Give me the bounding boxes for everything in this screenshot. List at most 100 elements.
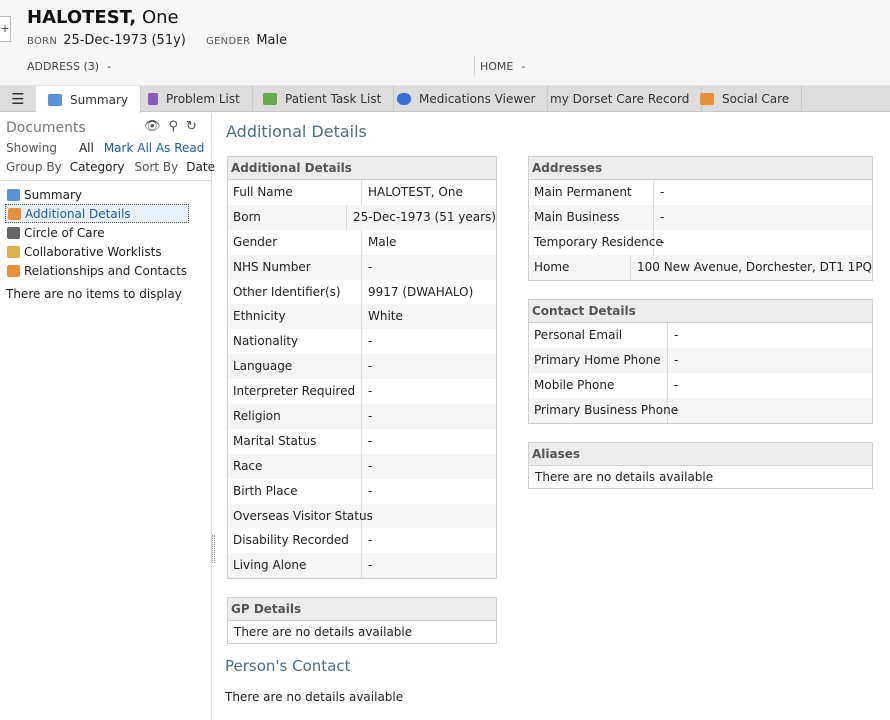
field-value: - [674, 352, 679, 367]
tree-item-summary[interactable]: Summary [5, 185, 189, 204]
section-heading: Additional Details [228, 157, 496, 180]
documents-title: Documents [6, 120, 86, 136]
gender-label: GENDER [206, 36, 251, 47]
people-icon [8, 207, 21, 220]
tree-item-circle-of-care[interactable]: Circle of Care [5, 223, 189, 242]
additional-details-section: Additional Details Full Name HALOTEST, On… [227, 156, 497, 580]
hamburger-menu-icon[interactable]: ☰ [0, 86, 36, 112]
field-value: - [674, 328, 679, 342]
table-row: Disability Recorded - [228, 528, 496, 554]
empty-message: There are no details available [234, 625, 413, 639]
field-value: - [368, 334, 373, 349]
patient-banner: + HALOTEST, One BORN 25-Dec-1973 (51y) GE… [0, 0, 890, 86]
panel-resize-handle[interactable] [212, 535, 215, 563]
table-row: NHS Number - [228, 254, 496, 280]
tab-label: Patient Task List [285, 92, 382, 106]
field-label: Overseas Visitor Status [228, 503, 373, 529]
grouping-row: Group By Category Sort By Date [6, 160, 225, 174]
tab-patient-task-list[interactable]: Patient Task List [251, 86, 395, 112]
tab-problem-list[interactable]: Problem List [136, 86, 253, 112]
tab-summary[interactable]: Summary [36, 86, 141, 113]
aliases-section: Aliases There are no details available [528, 442, 873, 489]
gender-value: Male [256, 33, 288, 48]
field-value: - [368, 508, 373, 523]
search-icon[interactable]: ⚲ [169, 119, 179, 134]
table-row: Interpreter Required - [228, 379, 496, 405]
field-label: Full Name [228, 180, 362, 205]
address-value: - [107, 60, 112, 73]
field-label: Interpreter Required [228, 379, 362, 405]
refresh-icon[interactable]: ↻ [186, 119, 197, 134]
address-summary: ADDRESS (3) - [27, 60, 111, 73]
field-label: Mobile Phone [529, 372, 668, 398]
tab-label: Social Care [722, 92, 790, 106]
table-row: Gender Male [228, 229, 496, 255]
section-heading: Aliases [529, 443, 872, 466]
tree-item-collaborative-worklists[interactable]: Collaborative Worklists [5, 242, 189, 261]
field-value: - [368, 433, 373, 448]
tab-medications-viewer[interactable]: Medications Viewer [385, 86, 549, 112]
field-label: Gender [228, 229, 362, 255]
field-value: - [368, 259, 373, 274]
table-row: Language - [228, 354, 496, 380]
tab-label: Medications Viewer [419, 92, 536, 106]
sort-by-value[interactable]: Date [186, 160, 215, 174]
field-label: Other Identifier(s) [228, 279, 362, 305]
field-value: - [674, 377, 679, 392]
patient-name: HALOTEST, One [27, 7, 179, 28]
addresses-section: Addresses Main Permanent - Main Business - T… [528, 156, 873, 281]
field-label: Home [529, 254, 631, 280]
field-value: - [368, 558, 373, 573]
summary-icon [7, 188, 20, 201]
people-icon [7, 264, 20, 277]
contact-details-section: Contact Details Personal Email - Primary H… [528, 299, 873, 424]
table-row: Main Business - [529, 204, 872, 230]
tree-item-label: Relationships and Contacts [24, 263, 188, 278]
contact-details-table: Personal Email - Primary Home Phone - Mobile… [529, 323, 872, 423]
table-row: Personal Email - [529, 323, 872, 348]
page-title: Additional Details [226, 122, 367, 141]
tab-social-care[interactable]: Social Care [688, 86, 803, 112]
tab-my-dorset-care-record[interactable]: my Dorset Care Record [538, 86, 703, 112]
field-value: - [674, 402, 679, 417]
tree-item-relationships-and-contacts[interactable]: Relationships and Contacts [5, 261, 189, 280]
field-label: Living Alone [228, 553, 362, 579]
tree-item-label: Circle of Care [24, 225, 105, 240]
field-label: Disability Recorded [228, 528, 362, 554]
additional-details-table: Full Name HALOTEST, One Born 25-Dec-1973 (5… [228, 180, 496, 579]
field-value: 9917 (DWAHALO) [368, 284, 474, 299]
table-row: Living Alone - [228, 553, 496, 579]
persons-contact-empty-message: There are no details available [225, 690, 404, 704]
table-row: Marital Status - [228, 428, 496, 454]
home-label: HOME [480, 60, 514, 73]
tab-label: Summary [70, 92, 128, 107]
addresses-table: Main Permanent - Main Business - Temporary R… [529, 180, 872, 280]
born-label: BORN [27, 36, 58, 47]
mark-all-read-link[interactable]: Mark All As Read [104, 141, 205, 155]
field-label: Ethnicity [228, 304, 362, 330]
folder-icon [7, 245, 20, 258]
field-label: Birth Place [228, 478, 362, 504]
showing-row: Showing All Mark All As Read [6, 141, 204, 155]
field-value: - [660, 234, 665, 249]
persons-contact-heading: Person's Contact [225, 657, 351, 675]
tree-item-additional-details[interactable]: Additional Details [5, 204, 190, 223]
field-label: Main Permanent [529, 180, 654, 205]
patient-demographics: BORN 25-Dec-1973 (51y) GENDER Male [27, 33, 303, 48]
showing-filter[interactable]: All [79, 141, 94, 155]
group-by-value[interactable]: Category [70, 160, 125, 174]
home-summary: HOME - [480, 60, 525, 73]
documents-toolbar: 👁 ⚲ ↻ [144, 119, 197, 134]
table-row: Primary Business Phone - [529, 397, 872, 423]
eye-icon[interactable]: 👁 [144, 119, 161, 134]
field-label: Religion [228, 404, 362, 429]
table-row: Race - [228, 453, 496, 479]
expand-banner-button[interactable]: + [0, 16, 11, 42]
field-value: 25-Dec-1973 (51 years) [353, 209, 496, 224]
table-row: Temporary Residence - [529, 229, 872, 255]
people-icon [700, 93, 714, 105]
banner-divider [474, 56, 475, 76]
empty-documents-message: There are no items to display [6, 287, 182, 301]
table-row: Nationality - [228, 329, 496, 355]
field-value: - [660, 185, 665, 199]
